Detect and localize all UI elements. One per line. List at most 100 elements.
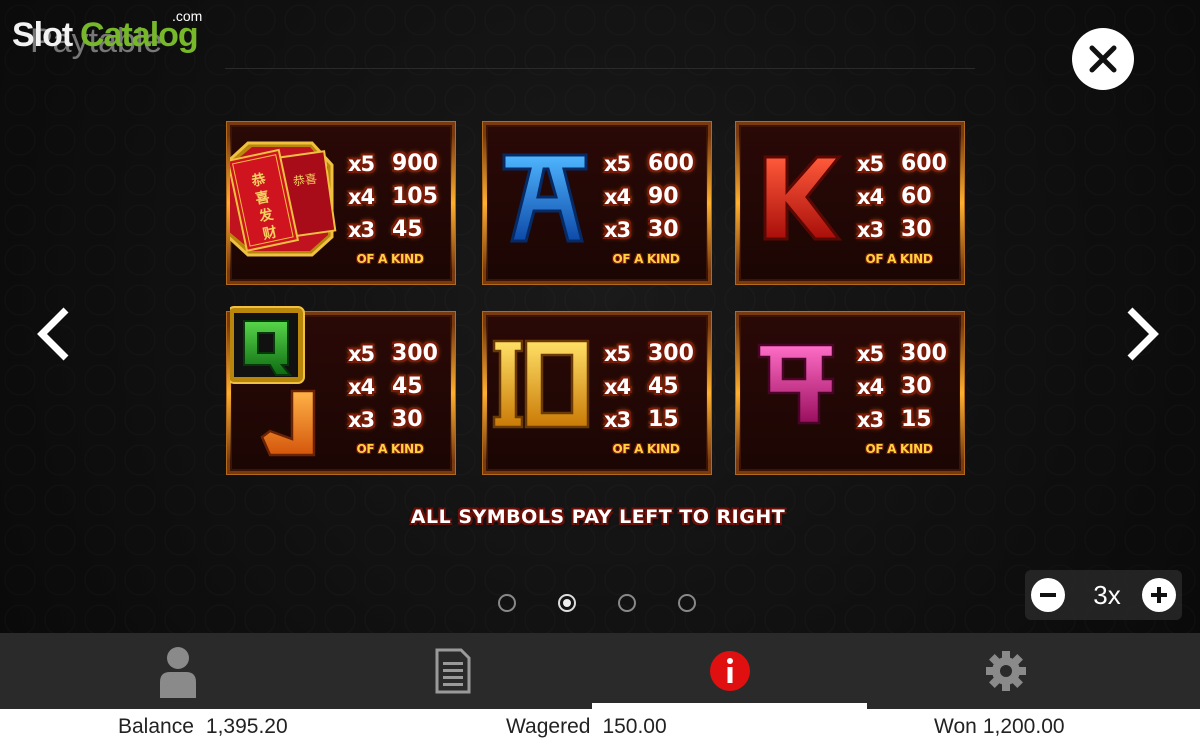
paytable-rows: x5 600 x4 90 x3 30 — [604, 147, 709, 246]
next-page-button[interactable] — [1122, 304, 1162, 364]
multiplier: x5 — [857, 151, 884, 176]
page-indicator — [496, 594, 716, 618]
multiplier: x4 — [604, 184, 631, 209]
status-bar: Balance 1,395.20 Wagered 150.00 Won 1,20… — [0, 709, 1200, 743]
paytable-card-envelopes: 恭喜 恭 喜 发 财 x5 900 x4 105 x3 45 OF A KIND — [227, 122, 455, 284]
payout: 300 — [901, 341, 947, 366]
previous-page-button[interactable] — [34, 304, 74, 364]
pay-direction-banner: ALL SYMBOLS PAY LEFT TO RIGHT — [410, 506, 786, 528]
settings-button[interactable] — [918, 633, 1093, 709]
payout: 30 — [392, 407, 423, 432]
profile-icon — [159, 647, 196, 698]
won-label: Won — [934, 715, 977, 738]
multiplier: x5 — [348, 341, 375, 366]
payout: 60 — [901, 184, 932, 209]
payout: 600 — [901, 151, 947, 176]
of-a-kind-label: OF A KIND — [356, 442, 424, 456]
page-dot-3[interactable] — [618, 594, 636, 612]
red-envelope-symbol-icon: 恭喜 恭 喜 发 财 — [230, 141, 337, 257]
payout: 90 — [648, 184, 679, 209]
paytable-rows: x5 300 x4 30 x3 15 — [857, 337, 962, 436]
title-divider — [225, 68, 975, 69]
payout: 45 — [392, 374, 423, 399]
of-a-kind-label: OF A KIND — [865, 442, 933, 456]
payout: 105 — [392, 184, 438, 209]
paytable-card-a: x5 600 x4 90 x3 30 OF A KIND — [483, 122, 711, 284]
balance-label: Balance — [118, 715, 194, 738]
multiplier: x4 — [857, 374, 884, 399]
wagered: Wagered 150.00 — [506, 715, 667, 739]
paytable-card-k: x5 600 x4 60 x3 30 OF A KIND — [736, 122, 964, 284]
won: Won 1,200.00 — [934, 715, 1065, 739]
paytable-rows: x5 300 x4 45 x3 15 — [604, 337, 709, 436]
wagered-label: Wagered — [506, 715, 591, 738]
number-10-symbol-icon — [492, 339, 590, 429]
history-button[interactable] — [365, 633, 540, 709]
multiplier: x3 — [857, 217, 884, 242]
multiplier: x4 — [348, 184, 375, 209]
paytable-card-9: x5 300 x4 30 x3 15 OF A KIND — [736, 312, 964, 474]
watermark-slot: Slot — [12, 16, 73, 54]
profile-button[interactable] — [90, 633, 265, 709]
minus-icon — [1040, 593, 1056, 597]
multiplier: x3 — [348, 217, 375, 242]
plus-icon — [1151, 587, 1167, 603]
multiplier: x3 — [857, 407, 884, 432]
payout: 600 — [648, 151, 694, 176]
multiplier: x5 — [348, 151, 375, 176]
wagered-value: 150.00 — [602, 715, 667, 738]
zoom-control: 3x — [1025, 570, 1182, 620]
payout: 15 — [901, 407, 932, 432]
of-a-kind-label: OF A KIND — [612, 442, 680, 456]
page-dot-2-active[interactable] — [558, 594, 576, 612]
balance-value: 1,395.20 — [205, 715, 288, 738]
multiplier: x5 — [604, 151, 631, 176]
payout: 300 — [392, 341, 438, 366]
info-icon — [709, 651, 750, 691]
multiplier: x5 — [604, 341, 631, 366]
chevron-left-icon — [37, 307, 69, 361]
won-value: 1,200.00 — [982, 715, 1065, 738]
bottom-toolbar — [0, 633, 1200, 709]
multiplier: x4 — [857, 184, 884, 209]
paytable-rows: x5 300 x4 45 x3 30 — [348, 337, 453, 436]
of-a-kind-label: OF A KIND — [356, 252, 424, 266]
multiplier: x3 — [604, 217, 631, 242]
multiplier: x4 — [604, 374, 631, 399]
of-a-kind-label: OF A KIND — [612, 252, 680, 266]
multiplier: x3 — [348, 407, 375, 432]
payout: 900 — [392, 151, 438, 176]
multiplier: x5 — [857, 341, 884, 366]
letter-k-symbol-icon — [763, 155, 843, 241]
payout: 15 — [648, 407, 679, 432]
paytable-card-10: x5 300 x4 45 x3 15 OF A KIND — [483, 312, 711, 474]
zoom-level: 3x — [1093, 580, 1121, 610]
payout: 300 — [648, 341, 694, 366]
payout: 30 — [648, 217, 679, 242]
letters-q-j-symbol-icon — [230, 306, 316, 457]
payout: 45 — [648, 374, 679, 399]
page-dot-4[interactable] — [678, 594, 696, 612]
payout: 30 — [901, 374, 932, 399]
multiplier: x3 — [604, 407, 631, 432]
history-icon — [435, 648, 470, 694]
close-icon — [1089, 45, 1117, 73]
page-dot-1[interactable] — [498, 594, 516, 612]
paytable-rows: x5 600 x4 60 x3 30 — [857, 147, 962, 246]
paytable-card-q-j: x5 300 x4 45 x3 30 OF A KIND — [227, 306, 455, 474]
zoom-in-button[interactable] — [1142, 578, 1176, 612]
gear-icon — [985, 651, 1026, 691]
chevron-right-icon — [1127, 307, 1159, 361]
number-9-symbol-icon — [757, 343, 835, 425]
balance: Balance 1,395.20 — [118, 715, 288, 739]
payout: 30 — [901, 217, 932, 242]
multiplier: x4 — [348, 374, 375, 399]
watermark-logo: Slot Catalog .com — [12, 6, 212, 58]
info-button[interactable] — [592, 633, 867, 709]
payout: 45 — [392, 217, 423, 242]
close-button[interactable] — [1072, 28, 1134, 90]
zoom-out-button[interactable] — [1031, 578, 1065, 612]
letter-a-symbol-icon — [502, 153, 588, 243]
of-a-kind-label: OF A KIND — [865, 252, 933, 266]
watermark-com: .com — [172, 8, 203, 24]
